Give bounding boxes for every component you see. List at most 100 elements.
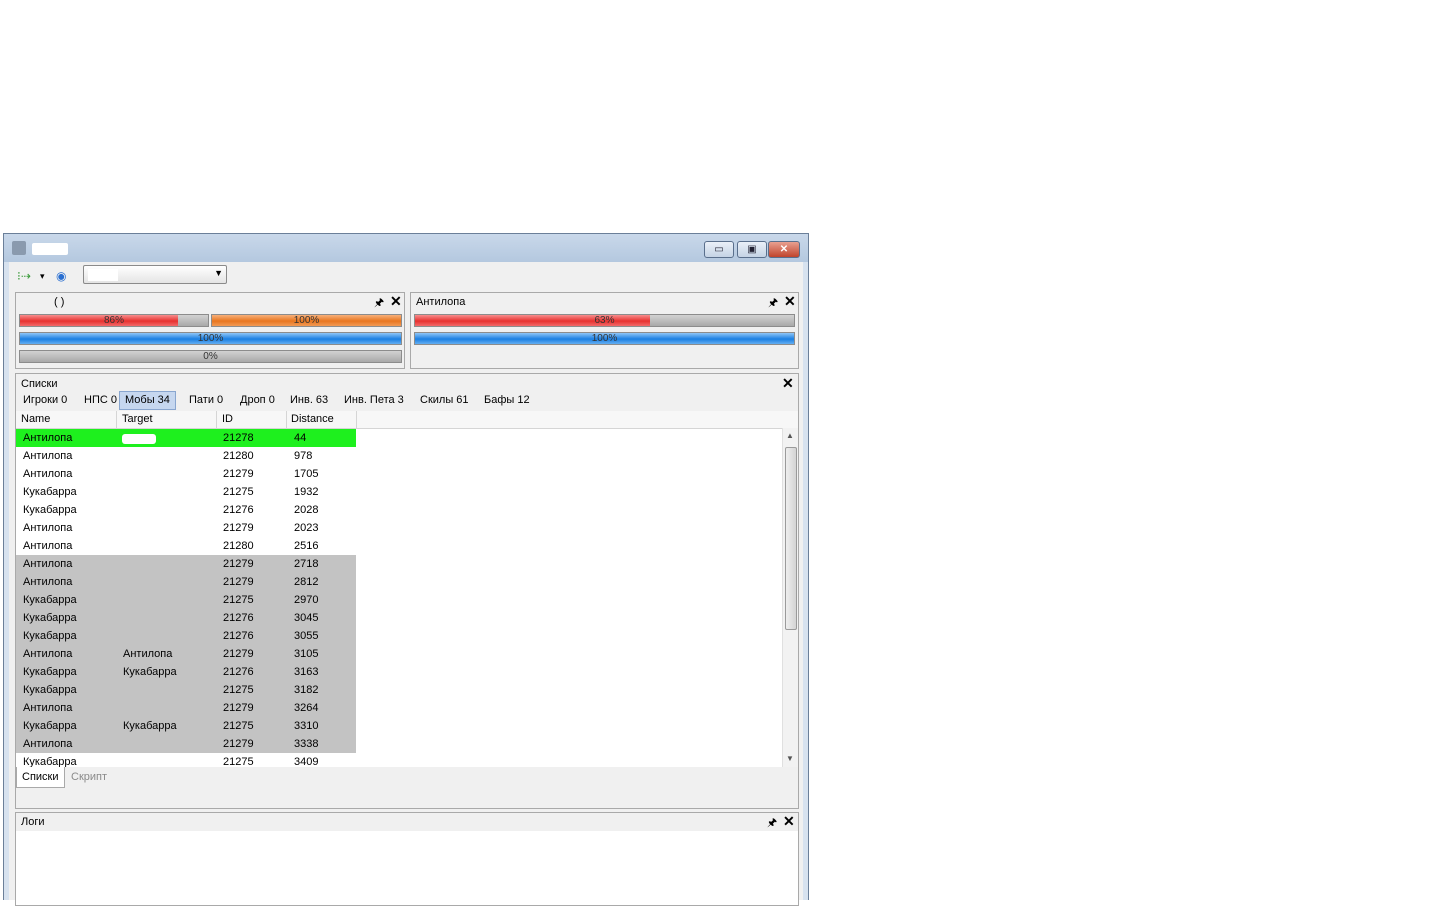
cell-name: Антилопа [23, 576, 73, 588]
table-row[interactable]: Кукабарра Кукабарра 21276 3163 [16, 663, 356, 681]
table-row[interactable]: Антилопа 21280 978 [16, 447, 356, 465]
close-icon[interactable]: ✕ [783, 813, 795, 830]
cell-distance: 2718 [294, 558, 319, 570]
column-header-id[interactable]: ID [222, 413, 233, 425]
tab-players[interactable]: Игроки 0 [18, 391, 72, 410]
cell-target: Кукабарра [123, 666, 177, 678]
cell-id: 21275 [223, 684, 254, 696]
cp-bar-label: 100% [293, 315, 320, 326]
logs-panel-title: Логи [21, 816, 45, 828]
table-row[interactable]: Кукабарра 21276 3045 [16, 609, 356, 627]
toolbar: ⁝⇢ ▾ ◉ ▼ [9, 262, 803, 290]
tab-mobs[interactable]: Мобы 34 [119, 391, 176, 410]
cell-name: Антилопа [23, 450, 73, 462]
target-name: Антилопа [416, 296, 466, 308]
cell-name: Кукабарра [23, 666, 77, 678]
table-row[interactable]: Антилопа 21280 2516 [16, 537, 356, 555]
cell-name: Антилопа [23, 522, 73, 534]
tab-lists[interactable]: Списки [16, 767, 65, 788]
table-row[interactable]: Кукабарра 21275 3409 [16, 753, 356, 767]
column-divider[interactable] [216, 411, 217, 428]
cell-distance: 2023 [294, 522, 319, 534]
minimize-button[interactable]: ▭ [704, 241, 734, 258]
chevron-down-icon[interactable]: ▼ [214, 268, 223, 278]
cell-distance: 1932 [294, 486, 319, 498]
cell-distance: 3409 [294, 756, 319, 767]
tab-pet-inventory[interactable]: Инв. Пета 3 [339, 391, 409, 410]
table-row[interactable]: Кукабарра Кукабарра 21275 3310 [16, 717, 356, 735]
table-row[interactable]: Антилопа 21279 1705 [16, 465, 356, 483]
mp-bar: 100% [19, 332, 402, 345]
maximize-button[interactable]: ▣ [737, 241, 767, 258]
column-divider[interactable] [286, 411, 287, 428]
cell-id: 21279 [223, 576, 254, 588]
column-divider[interactable] [116, 411, 117, 428]
cell-id: 21276 [223, 630, 254, 642]
chevron-down-icon[interactable]: ▾ [40, 271, 45, 282]
tab-npc[interactable]: НПС 0 [79, 391, 122, 410]
app-icon [12, 241, 26, 255]
table-row[interactable]: Кукабарра 21276 2028 [16, 501, 356, 519]
table-row[interactable]: Антилопа 21279 3264 [16, 699, 356, 717]
scrollbar-thumb[interactable] [785, 447, 797, 630]
cp-bar: 100% [211, 314, 402, 327]
hp-bar-label: 86% [103, 315, 124, 326]
table-row[interactable]: Кукабарра 21275 2970 [16, 591, 356, 609]
player-status-panel: ( ) 🖈 ✕ 86% 100% 100% 0% [15, 292, 405, 369]
connect-icon[interactable]: ⁝⇢ [17, 269, 31, 283]
tab-drop[interactable]: Дроп 0 [235, 391, 280, 410]
cell-name: Антилопа [23, 432, 73, 444]
cell-id: 21276 [223, 666, 254, 678]
close-icon[interactable]: ✕ [784, 293, 796, 310]
cell-distance: 2970 [294, 594, 319, 606]
target-mp-bar-label: 100% [591, 333, 618, 344]
cell-name: Кукабарра [23, 504, 77, 516]
character-select[interactable]: ▼ [83, 265, 227, 284]
table-row[interactable]: Антилопа 21279 3338 [16, 735, 356, 753]
table-row[interactable]: Антилопа 21279 2718 [16, 555, 356, 573]
cell-name: Кукабарра [23, 486, 77, 498]
close-button[interactable]: ✕ [768, 241, 800, 258]
table-row[interactable]: Антилопа Антилопа 21279 3105 [16, 645, 356, 663]
cell-id: 21279 [223, 558, 254, 570]
table-row[interactable]: Антилопа 21278 44 [16, 429, 356, 447]
cell-target: Кукабарра [123, 720, 177, 732]
cell-distance: 3338 [294, 738, 319, 750]
cell-distance: 3182 [294, 684, 319, 696]
tab-party[interactable]: Пати 0 [184, 391, 228, 410]
scroll-up-icon[interactable]: ▲ [786, 431, 794, 440]
radio-icon[interactable]: ◉ [56, 269, 66, 283]
vertical-scrollbar[interactable]: ▲ ▼ [782, 428, 798, 767]
tab-inventory[interactable]: Инв. 63 [285, 391, 333, 410]
table-row[interactable]: Антилопа 21279 2812 [16, 573, 356, 591]
pin-icon[interactable]: 🖈 [374, 294, 384, 313]
column-header-name[interactable]: Name [21, 413, 50, 425]
cell-id: 21279 [223, 738, 254, 750]
table-row[interactable]: Кукабарра 21276 3055 [16, 627, 356, 645]
column-divider[interactable] [356, 411, 357, 428]
column-header-distance[interactable]: Distance [291, 413, 334, 425]
cell-id: 21278 [223, 432, 254, 444]
client-area: ⁝⇢ ▾ ◉ ▼ ( ) 🖈 ✕ 86% 100% 100% 0% Антило… [9, 262, 803, 906]
close-icon[interactable]: ✕ [782, 375, 794, 392]
tab-script[interactable]: Скрипт [66, 767, 112, 788]
scroll-down-icon[interactable]: ▼ [786, 754, 794, 763]
column-header-target[interactable]: Target [122, 413, 153, 425]
target-hp-bar: 63% [414, 314, 795, 327]
tab-skills[interactable]: Скилы 61 [415, 391, 474, 410]
cell-name: Кукабарра [23, 630, 77, 642]
table-row[interactable]: Антилопа 21279 2023 [16, 519, 356, 537]
close-icon[interactable]: ✕ [390, 293, 402, 310]
table-row[interactable]: Кукабарра 21275 1932 [16, 483, 356, 501]
cell-name: Кукабарра [23, 756, 77, 767]
cell-name: Антилопа [23, 540, 73, 552]
target-hp-bar-label: 63% [594, 315, 615, 326]
cell-distance: 3264 [294, 702, 319, 714]
log-output[interactable] [16, 831, 798, 905]
tab-buffs[interactable]: Бафы 12 [479, 391, 535, 410]
table-row[interactable]: Кукабарра 21275 3182 [16, 681, 356, 699]
player-name: ( ) [54, 296, 65, 308]
title-bar[interactable]: ▭ ▣ ✕ [4, 234, 808, 262]
cell-distance: 3045 [294, 612, 319, 624]
pin-icon[interactable]: 🖈 [768, 294, 778, 313]
